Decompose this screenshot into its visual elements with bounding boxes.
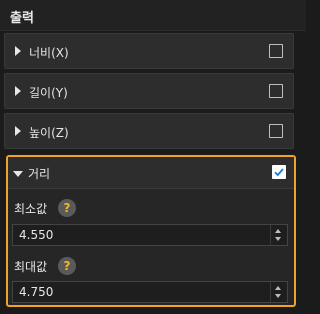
max-value-spinbox[interactable]: 4.750 bbox=[12, 281, 288, 303]
spin-down-icon[interactable] bbox=[275, 237, 281, 241]
caret-right-icon[interactable] bbox=[15, 46, 21, 56]
help-icon[interactable]: ? bbox=[58, 199, 76, 217]
section-width[interactable]: 너비(X) bbox=[4, 33, 294, 69]
min-spin-buttons[interactable] bbox=[270, 225, 287, 245]
width-checkbox[interactable] bbox=[269, 44, 283, 58]
caret-right-icon[interactable] bbox=[15, 86, 21, 96]
section-length-label: 길이(Y) bbox=[29, 86, 68, 100]
distance-header[interactable]: 거리 bbox=[8, 157, 294, 189]
min-value-field[interactable]: 4.550 bbox=[19, 228, 53, 242]
max-value-label: 최대값 bbox=[14, 260, 48, 274]
section-length[interactable]: 길이(Y) bbox=[4, 73, 294, 109]
section-distance-label: 거리 bbox=[28, 167, 51, 181]
spin-up-icon[interactable] bbox=[275, 229, 281, 233]
caret-down-icon[interactable] bbox=[13, 171, 23, 177]
section-height-label: 높이(Z) bbox=[29, 126, 69, 140]
section-distance: 거리 최소값 ? 4.550 최대값 ? 4.750 bbox=[6, 155, 296, 307]
panel-title: 출력 bbox=[10, 11, 34, 26]
distance-checkbox[interactable] bbox=[272, 165, 286, 179]
max-value-field[interactable]: 4.750 bbox=[19, 285, 53, 299]
height-checkbox[interactable] bbox=[269, 124, 283, 138]
caret-right-icon[interactable] bbox=[15, 126, 21, 136]
min-value-label: 최소값 bbox=[14, 202, 48, 216]
spin-down-icon[interactable] bbox=[275, 294, 281, 298]
help-icon[interactable]: ? bbox=[58, 257, 76, 275]
spin-up-icon[interactable] bbox=[275, 286, 281, 290]
length-checkbox[interactable] bbox=[269, 84, 283, 98]
panel-header: 출력 bbox=[0, 0, 306, 31]
section-width-label: 너비(X) bbox=[29, 46, 69, 60]
check-icon bbox=[274, 168, 284, 177]
section-height[interactable]: 높이(Z) bbox=[4, 113, 294, 149]
min-value-spinbox[interactable]: 4.550 bbox=[12, 224, 288, 246]
max-spin-buttons[interactable] bbox=[270, 282, 287, 302]
